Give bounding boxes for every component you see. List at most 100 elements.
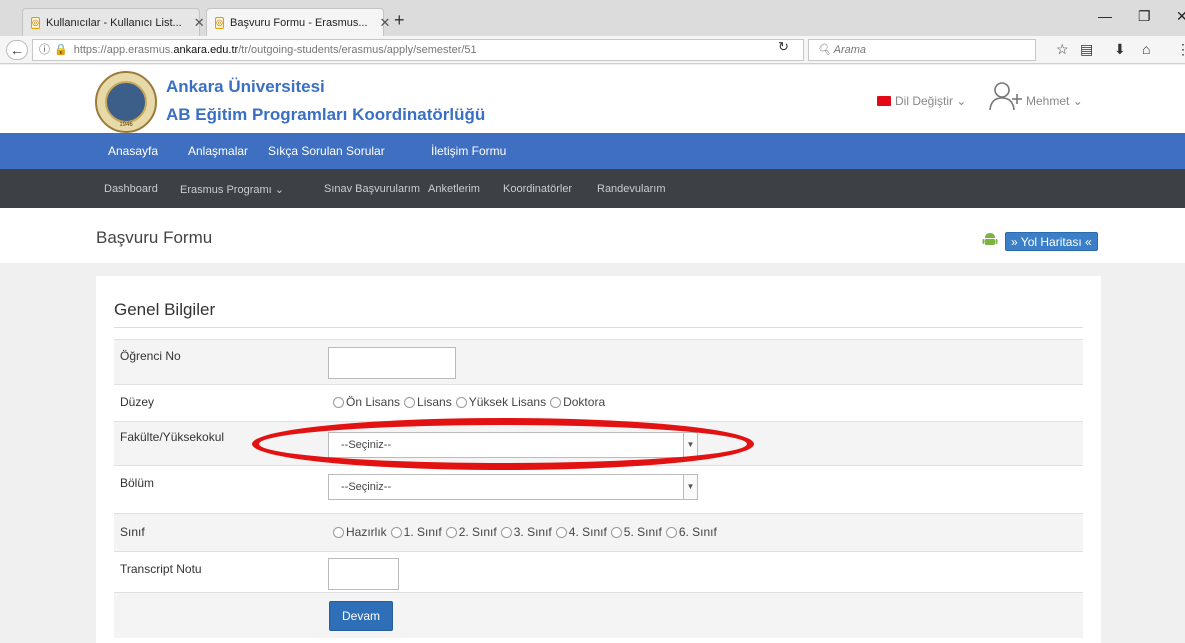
menu-icon[interactable]: ⋮ (1176, 41, 1185, 58)
class-option-label: 4. Sınıf (568, 525, 607, 539)
reload-icon[interactable]: ↻ (778, 39, 789, 55)
class-option-label: 3. Sınıf (513, 525, 552, 539)
chevron-down-icon: ⌄ (956, 94, 967, 108)
close-tab-icon[interactable]: ✕ (194, 15, 205, 31)
faculty-label: Fakülte/Yüksekokul (120, 430, 225, 444)
form-row-class: Sınıf Hazırlık 1. Sınıf 2. Sınıf 3. Sını… (114, 513, 1083, 551)
class-option-label: 1. Sınıf (403, 525, 442, 539)
browser-tab-application[interactable]: ◎ Başvuru Formu - Erasmus... ✕ (206, 8, 390, 36)
nav-home[interactable]: Anasayfa (108, 144, 158, 158)
form-row-submit: Devam (114, 592, 1083, 638)
page-title: Başvuru Formu (96, 228, 213, 247)
nav-contact[interactable]: İletişim Formu (431, 144, 506, 158)
turkish-flag-icon (877, 96, 891, 106)
class-radio-4[interactable] (555, 526, 567, 538)
form-row-transcript: Transcript Notu (114, 551, 1083, 592)
logo-emblem (105, 81, 147, 123)
address-bar[interactable]: ⓘ 🔒 https://app.erasmus.ankara.edu.tr/tr/o… (32, 39, 804, 61)
secondary-nav: Dashboard Erasmus Programı ⌄ Sınav Başvu… (0, 169, 1185, 208)
form-row-department: Bölüm --Seçiniz-- ▼ (114, 465, 1083, 513)
class-radio-6[interactable] (665, 526, 677, 538)
bookmark-star-icon[interactable]: ☆ (1056, 41, 1069, 58)
browser-tab-users[interactable]: ◎ Kullanıcılar - Kullanıcı List... ✕ (22, 8, 205, 36)
user-name: Mehmet (1026, 94, 1070, 108)
nav-erasmus[interactable]: Erasmus Programı ⌄ (180, 183, 284, 196)
class-radio-hazirlik[interactable] (333, 526, 344, 538)
class-radio-2[interactable] (445, 526, 457, 538)
class-radio-group: Hazırlık 1. Sınıf 2. Sınıf 3. Sınıf 4. S… (329, 525, 717, 539)
language-switcher[interactable]: Dil Değiştir ⌄ (877, 94, 966, 108)
user-menu[interactable]: Mehmet ⌄ (1026, 94, 1083, 108)
nav-coordinators[interactable]: Koordinatörler (503, 183, 572, 195)
level-option-label: Yüksek Lisans (468, 395, 547, 409)
chevron-down-icon: ⌄ (1072, 94, 1083, 108)
new-tab-icon[interactable]: + (394, 10, 405, 31)
restore-icon[interactable]: ❐ (1138, 8, 1151, 25)
level-option-label: Ön Lisans (346, 395, 401, 409)
browser-search-input[interactable]: 🔍︎ Arama (808, 39, 1036, 61)
level-radio-onlisans[interactable] (333, 396, 344, 408)
student-no-input[interactable] (328, 347, 456, 379)
minimize-icon[interactable]: — (1098, 8, 1112, 24)
office-name[interactable]: AB Eğitim Programları Koordinatörlüğü (166, 105, 485, 125)
page-title-bar: Başvuru Formu » Yol Haritası « (0, 208, 1185, 263)
url-path: /tr/outgoing-students/erasmus/apply/seme… (238, 44, 477, 56)
level-radio-lisans[interactable] (404, 396, 416, 408)
roadmap-button[interactable]: » Yol Haritası « (1005, 232, 1098, 251)
site-favicon-icon: ◎ (31, 16, 40, 29)
level-option-label: Lisans (417, 395, 452, 409)
department-selected-value: --Seçiniz-- (341, 481, 392, 493)
site-header: 1946 Ankara Üniversitesi AB Eğitim Progr… (0, 65, 1185, 133)
browser-toolbar: ← ⓘ 🔒 https://app.erasmus.ankara.edu.tr/tr… (0, 36, 1185, 64)
nav-surveys[interactable]: Anketlerim (428, 183, 480, 195)
add-user-icon[interactable] (988, 81, 1022, 111)
tab-title: Kullanıcılar - Kullanıcı List... (45, 16, 182, 29)
search-placeholder: Arama (833, 44, 867, 56)
class-label: Sınıf (120, 525, 145, 539)
nav-exam-applications[interactable]: Sınav Başvurularım (324, 183, 420, 195)
department-label: Bölüm (120, 476, 155, 490)
download-icon[interactable]: ⬇ (1114, 41, 1126, 58)
department-select[interactable]: --Seçiniz-- ▼ (328, 474, 698, 500)
logo-year: 1946 (119, 122, 133, 128)
android-icon[interactable] (982, 231, 998, 247)
form-row-level: Düzey Ön Lisans Lisans Yüksek Lisans Dok… (114, 384, 1083, 421)
lock-icon: 🔒 (54, 44, 68, 56)
class-option-label: 5. Sınıf (623, 525, 662, 539)
class-option-label: 6. Sınıf (678, 525, 717, 539)
class-radio-3[interactable] (500, 526, 512, 538)
primary-nav: Anasayfa Anlaşmalar Sıkça Sorulan Sorula… (0, 133, 1185, 169)
url-domain: ankara.edu.tr (173, 44, 239, 56)
close-tab-icon[interactable]: ✕ (380, 15, 391, 31)
class-radio-1[interactable] (390, 526, 402, 538)
level-radio-doktora[interactable] (550, 396, 562, 408)
nav-dashboard[interactable]: Dashboard (104, 183, 158, 195)
class-radio-5[interactable] (610, 526, 622, 538)
transcript-input[interactable] (328, 558, 399, 590)
continue-button[interactable]: Devam (329, 601, 393, 631)
url-prefix: https://app.erasmus. (73, 44, 174, 56)
bookmarks-list-icon[interactable]: ▤ (1080, 41, 1093, 58)
nav-agreements[interactable]: Anlaşmalar (188, 144, 248, 158)
level-radio-yukseklisans[interactable] (455, 396, 467, 408)
level-option-label: Doktora (563, 395, 606, 409)
nav-appointments[interactable]: Randevularım (597, 183, 665, 195)
info-icon[interactable]: ⓘ (39, 44, 50, 56)
transcript-label: Transcript Notu (120, 562, 202, 576)
student-no-label: Öğrenci No (120, 349, 181, 363)
university-logo[interactable]: 1946 (95, 71, 157, 133)
highlight-annotation (252, 418, 754, 470)
class-option-label: 2. Sınıf (458, 525, 497, 539)
chevron-down-icon: ⌄ (274, 184, 284, 196)
nav-erasmus-label: Erasmus Programı (180, 184, 272, 196)
section-title: Genel Bilgiler (114, 300, 216, 319)
nav-faq[interactable]: Sıkça Sorulan Sorular (268, 144, 385, 158)
tab-title: Başvuru Formu - Erasmus... (229, 16, 368, 29)
level-radio-group: Ön Lisans Lisans Yüksek Lisans Doktora (329, 395, 605, 409)
back-arrow-icon[interactable]: ← (6, 40, 28, 60)
home-icon[interactable]: ⌂ (1142, 41, 1150, 57)
form-row-student-no: Öğrenci No (114, 339, 1083, 384)
university-name[interactable]: Ankara Üniversitesi (166, 77, 325, 97)
chevron-down-icon: ▼ (683, 475, 697, 499)
close-window-icon[interactable]: ✕ (1176, 8, 1185, 25)
